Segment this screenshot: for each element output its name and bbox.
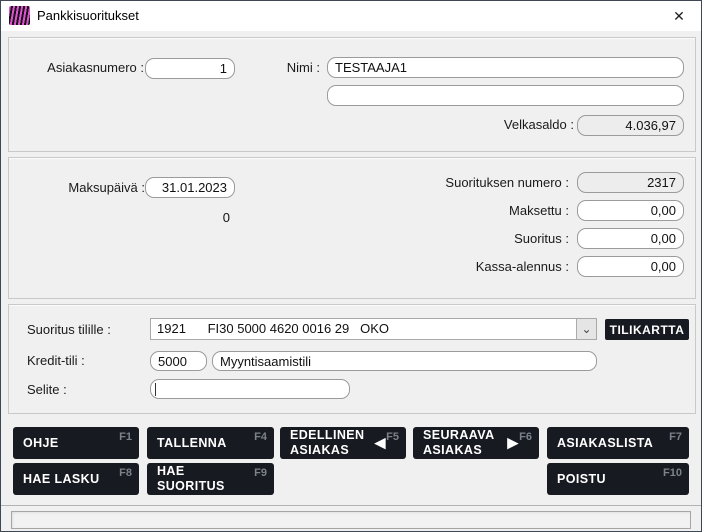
account-section: Suoritus tilille : 1921 FI30 5000 4620 0… — [8, 304, 696, 414]
hae-suoritus-button-label: HAE SUORITUS — [157, 464, 237, 494]
asiakaslista-button-label: ASIAKASLISTA — [557, 436, 653, 451]
kredit-tili-label: Kredit-tili : — [27, 353, 85, 368]
hae-lasku-button[interactable]: HAE LASKU F8 — [13, 463, 139, 495]
nimi-row2-field[interactable] — [327, 85, 684, 106]
status-message-field — [11, 511, 691, 529]
ohje-fkey: F1 — [119, 430, 132, 445]
nimi-field[interactable] — [327, 57, 684, 78]
ohje-button[interactable]: OHJE F1 — [13, 427, 139, 459]
seuraava-asiakas-button-label: SEURAAVA ASIAKAS — [423, 428, 499, 458]
tilikartta-button[interactable]: TILIKARTTA — [605, 319, 689, 340]
text-cursor — [155, 383, 156, 396]
nimi-label: Nimi : — [249, 60, 320, 75]
arrow-left-icon: ◀ — [374, 436, 386, 451]
seuraava-asiakas-button[interactable]: SEURAAVA ASIAKAS ▶ F6 — [413, 427, 539, 459]
edellinen-asiakas-button[interactable]: EDELLINEN ASIAKAS ◀ F5 — [280, 427, 406, 459]
hae-lasku-fkey: F8 — [119, 466, 132, 481]
suorituksen-numero-label: Suorituksen numero : — [409, 175, 569, 190]
maksupaiva-field[interactable] — [145, 177, 235, 198]
hae-suoritus-fkey: F9 — [254, 466, 267, 481]
kredit-tili-numero-field[interactable] — [150, 351, 207, 371]
customer-section: Asiakasnumero : Nimi : Velkasaldo : — [8, 37, 696, 152]
edellinen-fkey: F5 — [386, 430, 399, 445]
poistu-fkey: F10 — [663, 466, 682, 481]
tallenna-button-label: TALLENNA — [157, 436, 227, 451]
kredit-tili-nimi-field[interactable] — [212, 351, 597, 371]
velkasaldo-field — [577, 115, 684, 136]
poistu-button-label: POISTU — [557, 472, 606, 487]
suorituksen-numero-field — [577, 172, 684, 193]
tallenna-button[interactable]: TALLENNA F4 — [147, 427, 274, 459]
hae-lasku-button-label: HAE LASKU — [23, 472, 100, 487]
hae-suoritus-button[interactable]: HAE SUORITUS F9 — [147, 463, 274, 495]
suoritus-field[interactable] — [577, 228, 684, 249]
asiakaslista-fkey: F7 — [669, 430, 682, 445]
ohje-button-label: OHJE — [23, 436, 59, 451]
selite-label: Selite : — [27, 382, 67, 397]
title-bar: Pankkisuoritukset ✕ — [1, 1, 701, 31]
maksupaiva-label: Maksupäivä : — [19, 180, 145, 195]
kassa-alennus-field[interactable] — [577, 256, 684, 277]
counter-value: 0 — [145, 210, 230, 225]
poistu-button[interactable]: POISTU F10 — [547, 463, 689, 495]
tallenna-fkey: F4 — [254, 430, 267, 445]
suoritus-label: Suoritus : — [409, 231, 569, 246]
payment-section: Maksupäivä : 0 Suorituksen numero : Maks… — [8, 157, 696, 299]
kassa-alennus-label: Kassa-alennus : — [409, 259, 569, 274]
asiakaslista-button[interactable]: ASIAKASLISTA F7 — [547, 427, 689, 459]
chevron-down-icon[interactable]: ⌄ — [576, 319, 596, 339]
arrow-right-icon: ▶ — [507, 436, 519, 451]
window-title: Pankkisuoritukset — [37, 8, 139, 23]
suoritus-tilille-label: Suoritus tilille : — [27, 322, 111, 337]
app-logo-icon — [9, 6, 30, 25]
status-bar — [1, 505, 701, 532]
maksettu-field[interactable] — [577, 200, 684, 221]
asiakasnumero-label: Asiakasnumero : — [19, 60, 144, 75]
velkasaldo-label: Velkasaldo : — [429, 117, 574, 132]
selite-field[interactable] — [150, 379, 350, 399]
asiakasnumero-field[interactable] — [145, 58, 235, 79]
tili-combobox-value: 1921 FI30 5000 4620 0016 29 OKO — [151, 319, 596, 339]
app-window: Pankkisuoritukset ✕ Asiakasnumero : Nimi… — [0, 0, 702, 532]
tili-combobox[interactable]: 1921 FI30 5000 4620 0016 29 OKO ⌄ — [150, 318, 597, 340]
seuraava-fkey: F6 — [519, 430, 532, 445]
edellinen-asiakas-button-label: EDELLINEN ASIAKAS — [290, 428, 366, 458]
maksettu-label: Maksettu : — [409, 203, 569, 218]
close-icon[interactable]: ✕ — [657, 1, 701, 31]
